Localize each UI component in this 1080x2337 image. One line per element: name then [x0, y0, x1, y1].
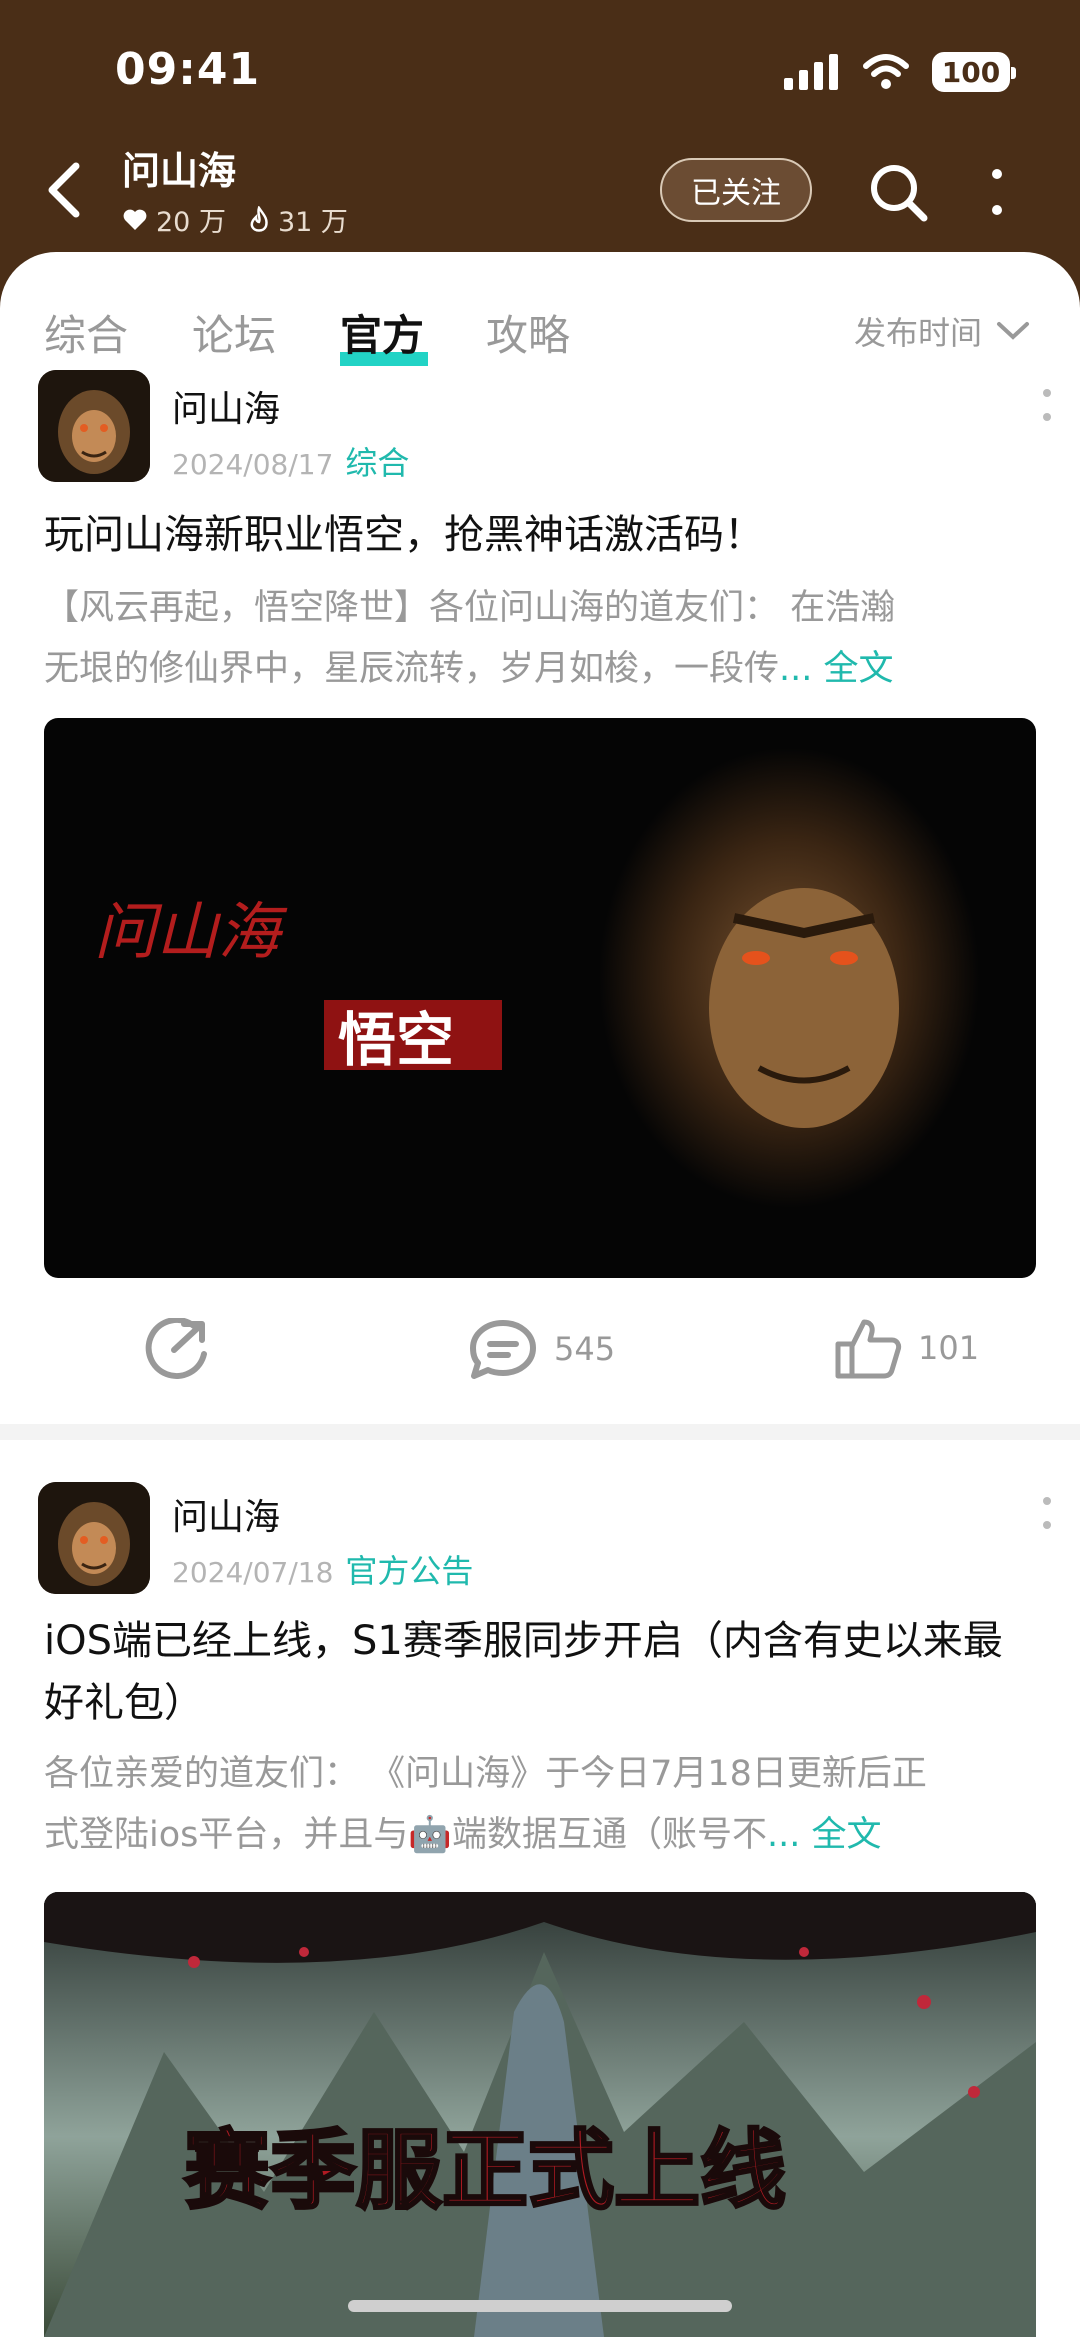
- share-icon: [145, 1318, 207, 1379]
- avatar[interactable]: [38, 1482, 150, 1594]
- tab-official[interactable]: 官方: [340, 302, 424, 363]
- flame-icon: [250, 205, 268, 232]
- status-time: 09:41: [115, 44, 261, 95]
- tab-guides[interactable]: 攻略: [486, 302, 570, 363]
- excerpt-line-1: 各位亲爱的道友们： 《问山海》于今日7月18日更新后正: [44, 1754, 927, 1794]
- post-actions: 545 101: [0, 1296, 1080, 1396]
- post-excerpt[interactable]: 【风云再起，悟空降世】各位问山海的道友们： 在浩瀚 无垠的修仙界中，星辰流转，岁…: [44, 578, 1036, 700]
- forum-stats: 20 万 31 万: [122, 200, 348, 239]
- search-icon[interactable]: [866, 160, 932, 226]
- like-count: 101: [918, 1329, 980, 1367]
- excerpt-line-2: 式登陆ios平台，并且与🤖端数据互通（账号不: [44, 1815, 767, 1855]
- avatar[interactable]: [38, 370, 150, 482]
- post-date: 2024/07/18: [172, 1556, 334, 1589]
- post-category[interactable]: 综合: [345, 444, 409, 482]
- comment-icon: [470, 1320, 536, 1379]
- image-title-box: 悟空: [338, 1006, 454, 1074]
- heart-icon: [123, 209, 147, 230]
- post-image[interactable]: 问山海 悟空: [44, 718, 1036, 1278]
- battery-icon: 100: [932, 52, 1016, 92]
- post-title[interactable]: 玩问山海新职业悟空，抢黑神话激活码！: [44, 504, 1036, 566]
- tab-forum[interactable]: 论坛: [192, 302, 276, 363]
- post-menu-icon[interactable]: [1042, 1496, 1052, 1530]
- signal-icon: [784, 54, 838, 90]
- follow-button[interactable]: 已关注: [660, 158, 812, 222]
- sort-label: 发布时间: [853, 314, 982, 352]
- excerpt-line-1: 【风云再起，悟空降世】各位问山海的道友们： 在浩瀚: [44, 588, 896, 628]
- share-button[interactable]: [144, 1318, 210, 1380]
- image-banner-text: 赛季服正式上线: [184, 2120, 786, 2221]
- read-more-link[interactable]: ... 全文: [779, 649, 894, 689]
- post-image[interactable]: 赛季服正式上线: [44, 1892, 1036, 2337]
- read-more-link[interactable]: ... 全文: [767, 1815, 882, 1855]
- heat-count: 31 万: [277, 207, 348, 238]
- post-excerpt[interactable]: 各位亲爱的道友们： 《问山海》于今日7月18日更新后正 式登陆ios平台，并且与…: [44, 1744, 1036, 1866]
- comment-button[interactable]: 545: [468, 1318, 615, 1380]
- back-icon[interactable]: [40, 160, 90, 220]
- likes-count: 20 万: [156, 207, 226, 238]
- post-card[interactable]: 问山海 2024/07/18 官方公告 iOS端已经上线，S1赛季服同步开启（内含…: [0, 1440, 1080, 2337]
- wifi-icon: [863, 54, 909, 89]
- post-meta: 2024/08/17 综合: [172, 438, 409, 484]
- post-author[interactable]: 问山海: [172, 1488, 280, 1540]
- status-icons: 100: [784, 52, 1016, 92]
- home-indicator[interactable]: [348, 2300, 732, 2312]
- post-meta: 2024/07/18 官方公告: [172, 1546, 473, 1592]
- post-date: 2024/08/17: [172, 448, 334, 481]
- post-category[interactable]: 官方公告: [345, 1552, 473, 1590]
- tab-bar: 综合 论坛 官方 攻略 发布时间: [0, 252, 1080, 385]
- chevron-down-icon: [997, 322, 1029, 340]
- comment-count: 545: [554, 1330, 616, 1368]
- post-divider: [0, 1424, 1080, 1440]
- sort-dropdown[interactable]: 发布时间: [854, 308, 1030, 354]
- page-title: 问山海: [122, 149, 237, 193]
- excerpt-line-2: 无垠的修仙界中，星辰流转，岁月如梭，一段传: [44, 649, 780, 689]
- like-button[interactable]: 101: [834, 1316, 979, 1380]
- image-title-left: 问山海: [94, 895, 288, 968]
- more-icon[interactable]: [985, 164, 1009, 220]
- tab-general[interactable]: 综合: [44, 302, 128, 363]
- post-menu-icon[interactable]: [1042, 388, 1052, 422]
- post-title[interactable]: iOS端已经上线，S1赛季服同步开启（内含有史以来最好礼包）: [44, 1610, 1036, 1734]
- thumbs-up-icon: [835, 1319, 902, 1379]
- post-author[interactable]: 问山海: [172, 380, 280, 432]
- post-card[interactable]: 问山海 2024/08/17 综合 玩问山海新职业悟空，抢黑神话激活码！ 【风云再…: [0, 370, 1080, 1424]
